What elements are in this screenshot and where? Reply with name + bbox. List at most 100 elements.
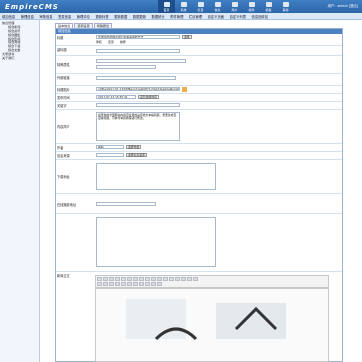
- highlight-icon[interactable]: [157, 276, 162, 281]
- nav-item[interactable]: 附件管理: [170, 14, 183, 19]
- video-icon[interactable]: [127, 282, 132, 287]
- attachment-icon[interactable]: [133, 282, 138, 287]
- underline-icon[interactable]: [127, 276, 132, 281]
- tool-column[interactable]: 栏目: [192, 0, 209, 13]
- align-left-icon[interactable]: [163, 276, 168, 281]
- nav-bar: 增加信息 管理信息 审核信息 签发信息 管理评论 更新标签 更新数据 数据更新 …: [0, 13, 362, 20]
- code-icon[interactable]: [145, 282, 150, 287]
- play-list-box[interactable]: [96, 217, 216, 267]
- plugin-icon: [248, 1, 255, 7]
- tool-other[interactable]: 其他: [277, 0, 294, 13]
- row-download: 下载地址: [56, 160, 342, 194]
- url-label: 外部链接: [57, 76, 70, 80]
- pubtime-input[interactable]: 2017-07-13 15:55:41: [96, 95, 136, 99]
- map-icon[interactable]: [139, 282, 144, 287]
- download-box[interactable]: [96, 163, 216, 190]
- play-input[interactable]: [96, 202, 156, 206]
- align-center-icon[interactable]: [169, 276, 174, 281]
- nav-item[interactable]: 数据更新: [133, 14, 146, 19]
- content-textarea[interactable]: 如果你的帝国网站内容页使用的是原始文本编辑器，想要改成百度编辑器，可参考本篇教程…: [96, 112, 180, 141]
- tool-user[interactable]: 用户: [226, 0, 243, 13]
- top-label[interactable]: 置顶: [108, 40, 114, 44]
- title-label: 标题: [57, 36, 64, 40]
- strikethrough-icon[interactable]: [133, 276, 138, 281]
- user-icon: [231, 1, 238, 7]
- nav-item[interactable]: 栏目管理: [189, 14, 202, 19]
- row-play: 在线播放地址: [56, 194, 342, 214]
- tool-home[interactable]: 首页: [158, 0, 175, 13]
- nav-item[interactable]: 签发信息: [58, 14, 71, 19]
- nav-item[interactable]: 自定义列表: [230, 14, 246, 19]
- top-bar: EmpireCMS 首页 系统 栏目 信息 用户 插件 模板 其他 用户：adm…: [0, 0, 362, 13]
- undo-icon[interactable]: [103, 276, 108, 281]
- nav-item[interactable]: 信息回收站: [252, 14, 268, 19]
- editor-body[interactable]: [95, 288, 329, 362]
- tool-info[interactable]: 信息: [209, 0, 226, 13]
- url-input[interactable]: [96, 76, 176, 80]
- nav-item[interactable]: 数据统计: [152, 14, 165, 19]
- align-right-icon[interactable]: [175, 276, 180, 281]
- redo-icon[interactable]: [109, 276, 114, 281]
- image-input[interactable]: /d/file/2017-07-13/65f8e1cd1a2b6f71c5b2d…: [96, 87, 180, 91]
- set-now-button[interactable]: 设为当前时间: [138, 95, 159, 99]
- select-author-button[interactable]: 选择作者: [126, 145, 142, 149]
- table-icon[interactable]: [115, 282, 120, 287]
- link-icon[interactable]: [187, 276, 192, 281]
- list-icon[interactable]: [181, 276, 186, 281]
- tool-template[interactable]: 模板: [260, 0, 277, 13]
- home-icon: [163, 1, 170, 7]
- source-icon[interactable]: [97, 276, 102, 281]
- attr-select[interactable]: [96, 59, 186, 63]
- keyword-input[interactable]: [96, 65, 156, 69]
- bold-icon[interactable]: [115, 276, 120, 281]
- tags-input[interactable]: [96, 103, 180, 107]
- superscript-icon[interactable]: [139, 276, 144, 281]
- user-info[interactable]: 用户：admin [退出]: [328, 3, 358, 8]
- row-play-list: [56, 214, 342, 272]
- image-icon[interactable]: [193, 276, 198, 281]
- tool-plugin[interactable]: 插件: [243, 0, 260, 13]
- preview-icon[interactable]: [151, 282, 156, 287]
- system-icon: [180, 1, 187, 7]
- row-title: 标题 帝国CMS内容页用百度编辑器的方法 选择 审核 置顶 推荐: [56, 34, 342, 46]
- italic-icon[interactable]: [121, 276, 126, 281]
- fullscreen-icon[interactable]: [157, 282, 162, 287]
- play-label: 在线播放地址: [57, 203, 77, 207]
- source-input[interactable]: [96, 153, 124, 157]
- row-source: 信息来源 选择信息来源: [56, 152, 342, 160]
- nav-item[interactable]: 审核信息: [39, 14, 52, 19]
- app-logo: EmpireCMS: [5, 3, 59, 11]
- nav-item[interactable]: 管理信息: [21, 14, 34, 19]
- emoji-icon[interactable]: [121, 282, 126, 287]
- sidebar-item-root[interactable]: 关于我们: [2, 56, 37, 61]
- font-size-icon[interactable]: [109, 282, 114, 287]
- row-author: 作者 本站 选择作者: [56, 144, 342, 152]
- subtitle-label: 副标题: [57, 48, 67, 52]
- row-image: 标题图片 /d/file/2017-07-13/65f8e1cd1a2b6f71…: [56, 86, 342, 94]
- title-pick-button[interactable]: 选择: [182, 35, 192, 39]
- image-preview-icon[interactable]: [182, 87, 187, 92]
- title-input[interactable]: 帝国CMS内容页用百度编辑器的方法: [96, 35, 180, 39]
- author-input[interactable]: 本站: [96, 145, 124, 149]
- tool-system[interactable]: 系统: [175, 0, 192, 13]
- nav-item[interactable]: 更新数据: [114, 14, 127, 19]
- nav-item[interactable]: 增加信息: [2, 14, 15, 19]
- font-color-icon[interactable]: [151, 276, 156, 281]
- nav-item[interactable]: 管理评论: [77, 14, 90, 19]
- author-label: 作者: [57, 146, 64, 150]
- subscript-icon[interactable]: [145, 276, 150, 281]
- good-label[interactable]: 推荐: [120, 40, 126, 44]
- download-label: 下载地址: [57, 175, 70, 179]
- source-label: 信息来源: [57, 154, 70, 158]
- select-source-button[interactable]: 选择信息来源: [126, 153, 147, 157]
- font-icon[interactable]: [103, 282, 108, 287]
- body-label: 新闻正文: [57, 274, 70, 278]
- editor-toolbar-row: [96, 282, 328, 288]
- nav-item[interactable]: 更新标签: [95, 14, 108, 19]
- check-label[interactable]: 审核: [96, 40, 102, 44]
- paragraph-icon[interactable]: [97, 282, 102, 287]
- subtitle-input[interactable]: [96, 49, 180, 53]
- nav-item[interactable]: 自定义页面: [208, 14, 224, 19]
- row-subtitle: 副标题: [56, 46, 342, 56]
- sidebar: 信息管理 综合新闻 综合资讯 综合图集 综合影视 综合商城 综合下载 综合文章 …: [0, 20, 40, 362]
